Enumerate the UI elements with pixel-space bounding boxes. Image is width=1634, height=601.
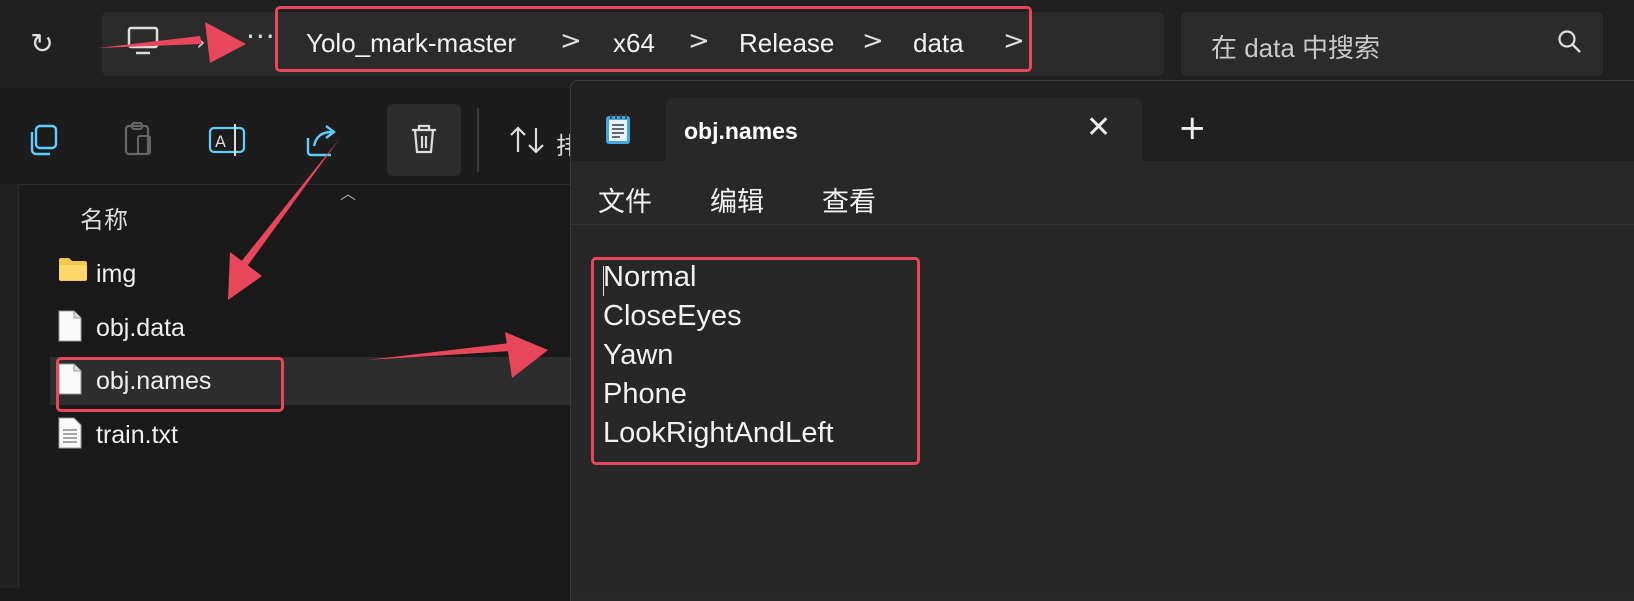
file-row-obj-data[interactable]: obj.data	[50, 304, 570, 352]
file-row-img[interactable]: img	[50, 250, 570, 298]
chevron-right-icon[interactable]: ›	[196, 28, 206, 56]
new-tab-icon[interactable]: +	[1178, 108, 1207, 148]
file-name: obj.data	[96, 314, 185, 342]
text-file-icon	[58, 417, 82, 449]
menu-file[interactable]: 文件	[598, 180, 652, 219]
folder-icon	[59, 258, 87, 281]
tab-title: obj.names	[684, 118, 798, 144]
annotation-box-path	[275, 6, 1032, 72]
close-tab-icon[interactable]: ✕	[1086, 110, 1111, 145]
notepad-app-icon	[606, 114, 630, 144]
refresh-icon[interactable]: ↻	[22, 24, 62, 64]
column-header-name[interactable]: 名称	[80, 200, 128, 235]
ellipsis-button[interactable]: ···	[246, 20, 276, 53]
share-icon[interactable]	[300, 118, 344, 162]
file-name: img	[96, 260, 137, 288]
file-name: train.txt	[96, 421, 178, 449]
search-input[interactable]: 在 data 中搜索	[1211, 28, 1380, 65]
copy-icon[interactable]	[22, 118, 66, 162]
paste-icon[interactable]	[116, 118, 160, 162]
menu-edit[interactable]: 编辑	[710, 180, 764, 219]
annotation-box-file	[56, 357, 284, 412]
sort-icon[interactable]	[506, 118, 550, 162]
delete-button[interactable]	[387, 104, 461, 176]
file-icon	[58, 310, 82, 342]
navigation-pane-edge	[0, 184, 19, 588]
menu-view[interactable]: 查看	[822, 180, 876, 219]
this-pc-icon[interactable]	[126, 26, 160, 56]
sort-arrow-icon: ︿	[340, 184, 357, 203]
svg-text:A: A	[215, 132, 226, 151]
rename-icon[interactable]: A	[206, 118, 250, 162]
search-icon[interactable]	[1556, 28, 1584, 56]
toolbar-divider	[477, 108, 479, 172]
trash-icon	[412, 124, 436, 154]
file-row-train-txt[interactable]: train.txt	[50, 411, 570, 459]
annotation-box-content	[591, 257, 920, 465]
